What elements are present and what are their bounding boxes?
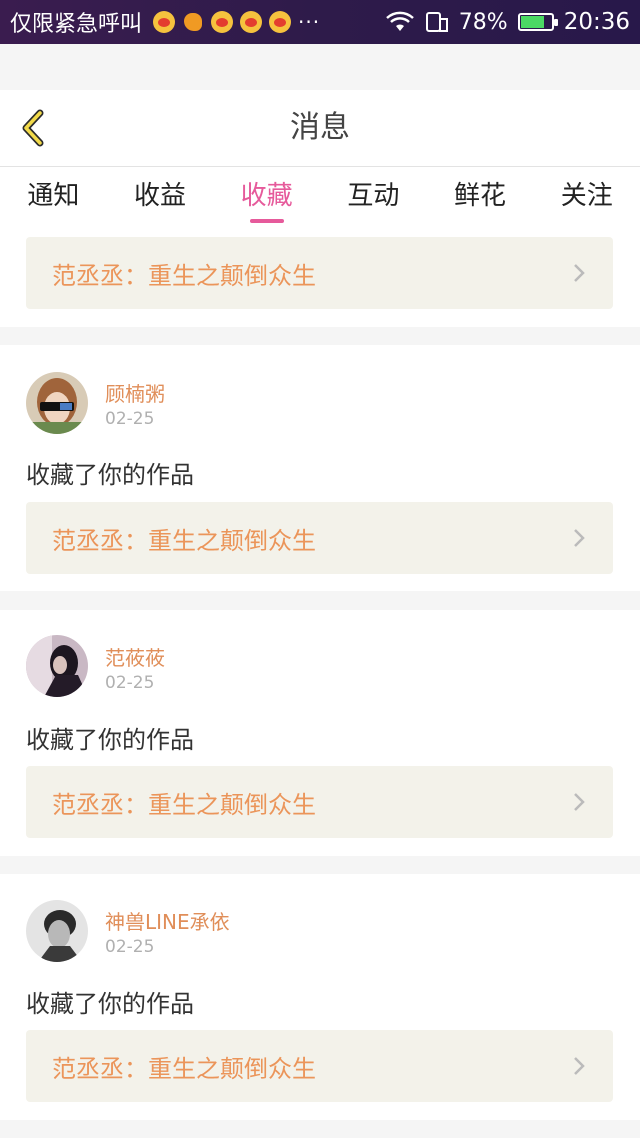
work-title: 范丞丞：重生之颠倒众生 — [52, 261, 316, 290]
tab-earnings[interactable]: 收益 — [107, 167, 214, 227]
uc-squirrel-icon — [182, 11, 204, 33]
weibo-icon — [240, 11, 263, 33]
work-link[interactable]: 范丞丞：重生之颠倒众生 — [26, 1030, 613, 1102]
avatar[interactable] — [26, 635, 88, 697]
list-item: 范莜莜 02-25 收藏了你的作品 范丞丞：重生之颠倒众生 — [0, 610, 640, 856]
list-item: 范丞丞：重生之颠倒众生 — [0, 227, 640, 327]
page-title: 消息 — [290, 110, 350, 145]
tab-interaction[interactable]: 互动 — [320, 167, 427, 227]
status-bar: 仅限紧急呼叫 ··· 78% 20:36 — [0, 0, 640, 44]
list-item: 神兽LINE承依 02-25 收藏了你的作品 范丞丞：重生之颠倒众生 — [0, 874, 640, 1120]
date: 02-25 — [105, 937, 155, 957]
work-title: 范丞丞：重生之颠倒众生 — [52, 526, 316, 555]
work-link[interactable]: 范丞丞：重生之颠倒众生 — [26, 237, 613, 309]
tab-bar: 通知 收益 收藏 互动 鲜花 关注 — [0, 167, 640, 227]
username[interactable]: 顾楠粥 — [105, 378, 165, 407]
battery-percent: 78% — [458, 9, 508, 35]
work-link[interactable]: 范丞丞：重生之颠倒众生 — [26, 502, 613, 574]
work-title: 范丞丞：重生之颠倒众生 — [52, 1054, 316, 1083]
date: 02-25 — [105, 409, 155, 429]
status-bar-left: 仅限紧急呼叫 ··· — [10, 6, 385, 38]
more-notifications-icon: ··· — [298, 10, 321, 34]
date: 02-25 — [105, 673, 155, 693]
wifi-icon — [385, 11, 414, 31]
username[interactable]: 范莜莜 — [105, 642, 165, 671]
avatar[interactable] — [26, 900, 88, 962]
action-text: 收藏了你的作品 — [26, 726, 194, 754]
work-link[interactable]: 范丞丞：重生之颠倒众生 — [26, 766, 613, 838]
weibo-icon — [153, 11, 176, 33]
tab-notice[interactable]: 通知 — [0, 167, 107, 227]
avatar[interactable] — [26, 372, 88, 434]
tab-follow[interactable]: 关注 — [533, 167, 640, 227]
sim-data-icon — [425, 12, 448, 32]
weibo-icon — [269, 11, 292, 33]
chevron-right-icon — [574, 793, 585, 811]
chevron-right-icon — [574, 529, 585, 547]
clock: 20:36 — [563, 9, 630, 35]
battery-icon — [517, 13, 558, 31]
tab-flowers[interactable]: 鲜花 — [427, 167, 534, 227]
chevron-right-icon — [574, 1057, 585, 1075]
tab-favorites[interactable]: 收藏 — [213, 167, 320, 227]
list-item: 顾楠粥 02-25 收藏了你的作品 范丞丞：重生之颠倒众生 — [0, 345, 640, 591]
username[interactable]: 神兽LINE承依 — [105, 906, 230, 935]
chevron-right-icon — [574, 264, 585, 282]
carrier-text: 仅限紧急呼叫 — [10, 12, 143, 37]
header: 消息 — [0, 90, 640, 167]
weibo-icon — [211, 11, 234, 33]
action-text: 收藏了你的作品 — [26, 990, 194, 1018]
action-text: 收藏了你的作品 — [26, 461, 194, 489]
status-bar-right: 78% 20:36 — [385, 9, 630, 35]
work-title: 范丞丞：重生之颠倒众生 — [52, 790, 316, 819]
battery-level — [520, 16, 544, 28]
